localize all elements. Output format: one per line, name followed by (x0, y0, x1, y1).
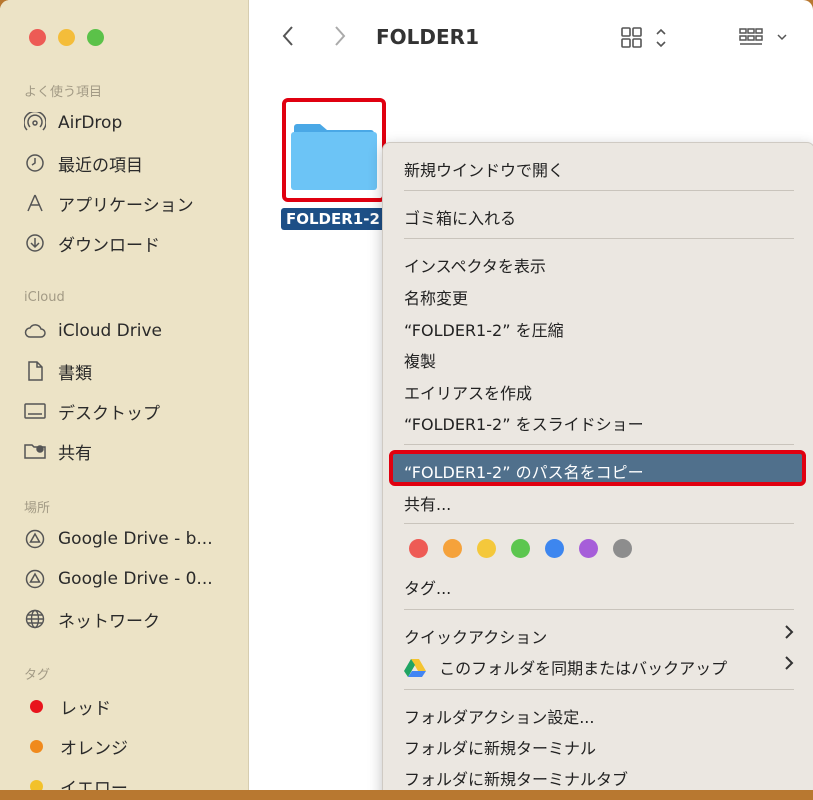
menu-item-make-alias[interactable]: エイリアスを作成 (404, 380, 532, 404)
sidebar-item-label: レッド (60, 698, 111, 719)
sidebar-item-label: 共有 (58, 443, 92, 464)
sidebar-item-applications[interactable]: アプリケーション (24, 189, 194, 217)
network-icon (24, 608, 46, 630)
sidebar-item-recents[interactable]: 最近の項目 (24, 149, 143, 177)
folder-item[interactable] (282, 98, 386, 202)
sidebar-item-documents[interactable]: 書類 (24, 357, 92, 385)
menu-item-share[interactable]: 共有... (404, 491, 451, 515)
menu-item-sync-backup[interactable]: このフォルダを同期またはバックアップ (404, 655, 794, 681)
sidebar-item-tag-orange[interactable]: オレンジ (24, 732, 128, 760)
section-header-icloud: iCloud (24, 290, 65, 305)
group-options-button[interactable] (738, 26, 794, 56)
sidebar-item-label: デスクトップ (58, 403, 160, 424)
drive-icon (24, 568, 46, 590)
sidebar-item-label: Google Drive - b... (58, 529, 213, 549)
view-mode-button[interactable] (620, 26, 672, 56)
menu-item-new-terminal-tab[interactable]: フォルダに新規ターミナルタブ (404, 766, 628, 790)
folder-name-label[interactable]: FOLDER1-2 (281, 208, 386, 230)
menu-item-duplicate[interactable]: 複製 (404, 348, 436, 372)
menu-separator (404, 689, 794, 690)
cloud-icon (24, 320, 46, 342)
download-icon (24, 232, 46, 254)
folder-icon (291, 124, 377, 190)
window-controls (29, 29, 104, 46)
section-header-favorites: よく使う項目 (24, 85, 103, 100)
airdrop-icon (24, 112, 46, 134)
section-header-locations: 場所 (24, 501, 51, 516)
tag-dot-yellow (30, 779, 43, 790)
tag-color-green[interactable] (511, 539, 530, 558)
sidebar-item-label: Google Drive - 0... (58, 569, 213, 589)
sidebar-item-label: ネットワーク (58, 611, 160, 632)
sidebar-item-tag-yellow[interactable]: イエロー (24, 772, 128, 790)
sidebar-item-network[interactable]: ネットワーク (24, 605, 160, 633)
shared-folder-icon (24, 440, 46, 462)
sidebar-item-label: アプリケーション (58, 195, 194, 216)
sidebar-item-label: 書類 (58, 363, 92, 384)
window-title: FOLDER1 (376, 25, 479, 49)
chevron-right-icon (784, 624, 794, 644)
menu-item-new-terminal[interactable]: フォルダに新規ターミナル (404, 735, 596, 759)
menu-separator (404, 523, 794, 524)
applications-icon (24, 192, 46, 214)
menu-item-label: このフォルダを同期またはバックアップ (439, 659, 728, 678)
menu-item-label: クイックアクション (404, 628, 548, 647)
menu-item-tags[interactable]: タグ... (404, 575, 451, 599)
sidebar-item-google-drive-1[interactable]: Google Drive - b... (24, 525, 213, 553)
sidebar-item-label: イエロー (60, 778, 128, 791)
sidebar-item-label: 最近の項目 (58, 155, 143, 176)
clock-icon (24, 152, 46, 174)
menu-separator (404, 444, 794, 445)
sidebar-item-label: iCloud Drive (58, 321, 163, 341)
menu-item-compress[interactable]: “FOLDER1-2” を圧縮 (404, 317, 564, 341)
tag-dot-orange (30, 739, 43, 753)
sidebar-item-label: ダウンロード (58, 235, 160, 256)
tag-color-purple[interactable] (579, 539, 598, 558)
sidebar: よく使う項目 AirDrop 最近の項目 アプリケーション ダウンロード iCl… (0, 0, 249, 790)
desktop-icon (24, 400, 46, 422)
tag-color-row (409, 539, 632, 558)
tag-color-red[interactable] (409, 539, 428, 558)
sidebar-item-airdrop[interactable]: AirDrop (24, 109, 122, 137)
sidebar-item-label: AirDrop (58, 113, 123, 133)
section-header-tags: タグ (24, 668, 51, 683)
sidebar-item-icloud-drive[interactable]: iCloud Drive (24, 317, 162, 345)
finder-window: よく使う項目 AirDrop 最近の項目 アプリケーション ダウンロード iCl… (0, 0, 813, 790)
sidebar-item-downloads[interactable]: ダウンロード (24, 229, 160, 257)
menu-item-show-inspector[interactable]: インスペクタを表示 (404, 253, 546, 277)
sidebar-item-desktop[interactable]: デスクトップ (24, 397, 160, 425)
menu-separator (404, 190, 794, 191)
tag-dot-red (30, 699, 43, 713)
menu-item-copy-path-label: “FOLDER1-2” のパス名をコピー (404, 463, 644, 482)
sidebar-item-google-drive-2[interactable]: Google Drive - 0... (24, 565, 213, 593)
menu-item-copy-path[interactable]: “FOLDER1-2” のパス名をコピー (389, 450, 806, 486)
tag-color-orange[interactable] (443, 539, 462, 558)
tag-color-blue[interactable] (545, 539, 564, 558)
document-icon (24, 360, 46, 382)
menu-item-rename[interactable]: 名称変更 (404, 285, 468, 309)
menu-item-quick-actions[interactable]: クイックアクション (404, 624, 794, 648)
sidebar-item-tag-red[interactable]: レッド (24, 692, 111, 720)
menu-item-slideshow[interactable]: “FOLDER1-2” をスライドショー (404, 411, 644, 435)
zoom-button[interactable] (87, 29, 104, 46)
drive-icon (24, 528, 46, 550)
tag-color-yellow[interactable] (477, 539, 496, 558)
menu-separator (404, 609, 794, 610)
tag-color-gray[interactable] (613, 539, 632, 558)
menu-item-folder-action-settings[interactable]: フォルダアクション設定... (404, 704, 594, 728)
forward-button[interactable] (332, 24, 348, 54)
menu-separator (404, 238, 794, 239)
menu-item-move-to-trash[interactable]: ゴミ箱に入れる (404, 205, 516, 229)
close-button[interactable] (29, 29, 46, 46)
menu-item-open-new-window[interactable]: 新規ウインドウで開く (404, 157, 564, 181)
chevron-right-icon (784, 655, 794, 675)
context-menu: 新規ウインドウで開く ゴミ箱に入れる インスペクタを表示 名称変更 “FOLDE… (382, 142, 813, 790)
minimize-button[interactable] (58, 29, 75, 46)
back-button[interactable] (280, 24, 296, 54)
google-drive-icon (404, 658, 426, 681)
sidebar-item-label: オレンジ (60, 738, 128, 759)
sidebar-item-shared[interactable]: 共有 (24, 437, 92, 465)
